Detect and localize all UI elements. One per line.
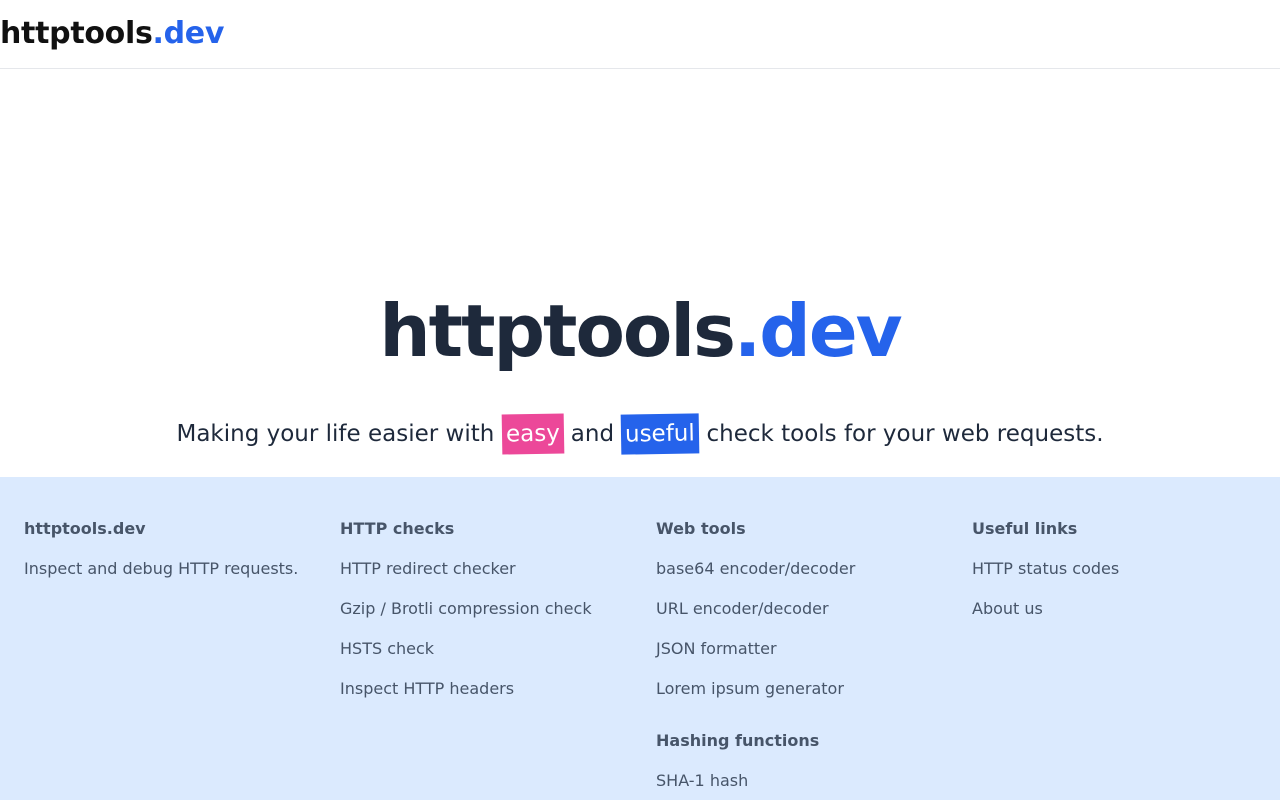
site-footer: httptools.dev Inspect and debug HTTP req… [0,477,1280,800]
link-base64[interactable]: base64 encoder/decoder [656,559,855,578]
link-compression-check[interactable]: Gzip / Brotli compression check [340,599,592,618]
footer-about-text: Inspect and debug HTTP requests. [24,559,299,578]
footer-col-about: httptools.dev Inspect and debug HTTP req… [24,517,340,800]
brand-suffix-text: .dev [152,15,225,51]
brand-logo-link[interactable]: httptools.dev [0,15,225,51]
tagline-after: check tools for your web requests. [699,421,1104,447]
hero-title: httptools.dev [0,295,1280,367]
list-item: About us [972,597,1280,621]
link-lorem-ipsum[interactable]: Lorem ipsum generator [656,679,844,698]
link-inspect-http-headers[interactable]: Inspect HTTP headers [340,679,514,698]
hero-tagline: Making your life easier with easy and us… [0,412,1280,456]
link-about-us[interactable]: About us [972,599,1043,618]
list-item: HTTP redirect checker [340,557,656,581]
brand-main-text: httptools [0,15,153,51]
link-json-formatter[interactable]: JSON formatter [656,639,777,658]
footer-about-heading: httptools.dev [24,519,146,538]
list-item: Gzip / Brotli compression check [340,597,656,621]
footer-http-checks-list: HTTP redirect checker Gzip / Brotli comp… [340,557,656,701]
list-item: JSON formatter [656,637,972,661]
list-item: SHA-1 hash [656,769,972,793]
hero-title-suffix: .dev [733,289,903,373]
list-item: URL encoder/decoder [656,597,972,621]
footer-useful-links-list: HTTP status codes About us [972,557,1280,621]
tagline-highlight-easy: easy [501,413,564,455]
footer-col-web-tools: Web tools base64 encoder/decoder URL enc… [656,517,972,800]
link-http-status-codes[interactable]: HTTP status codes [972,559,1119,578]
link-http-redirect-checker[interactable]: HTTP redirect checker [340,559,516,578]
list-item: base64 encoder/decoder [656,557,972,581]
link-hsts-check[interactable]: HSTS check [340,639,434,658]
tagline-before: Making your life easier with [176,421,502,447]
tagline-middle: and [563,421,622,447]
hero-title-main: httptools [379,289,736,373]
footer-col-http-checks: HTTP checks HTTP redirect checker Gzip /… [340,517,656,800]
link-url-encoder[interactable]: URL encoder/decoder [656,599,829,618]
footer-useful-links-heading: Useful links [972,519,1078,538]
tagline-highlight-useful: useful [621,413,700,455]
list-item: Lorem ipsum generator [656,677,972,701]
footer-hashing-list: SHA-1 hash [656,769,972,793]
list-item: Inspect HTTP headers [340,677,656,701]
footer-web-tools-list: base64 encoder/decoder URL encoder/decod… [656,557,972,701]
footer-http-checks-heading: HTTP checks [340,519,455,538]
footer-web-tools-heading: Web tools [656,519,746,538]
footer-col-useful-links: Useful links HTTP status codes About us [972,517,1280,800]
top-navbar: httptools.dev [0,0,1280,69]
link-sha1-hash[interactable]: SHA-1 hash [656,771,748,790]
hero-section: httptools.dev Making your life easier wi… [0,69,1280,477]
footer-hashing-heading: Hashing functions [656,731,820,750]
list-item: HTTP status codes [972,557,1280,581]
list-item: HSTS check [340,637,656,661]
